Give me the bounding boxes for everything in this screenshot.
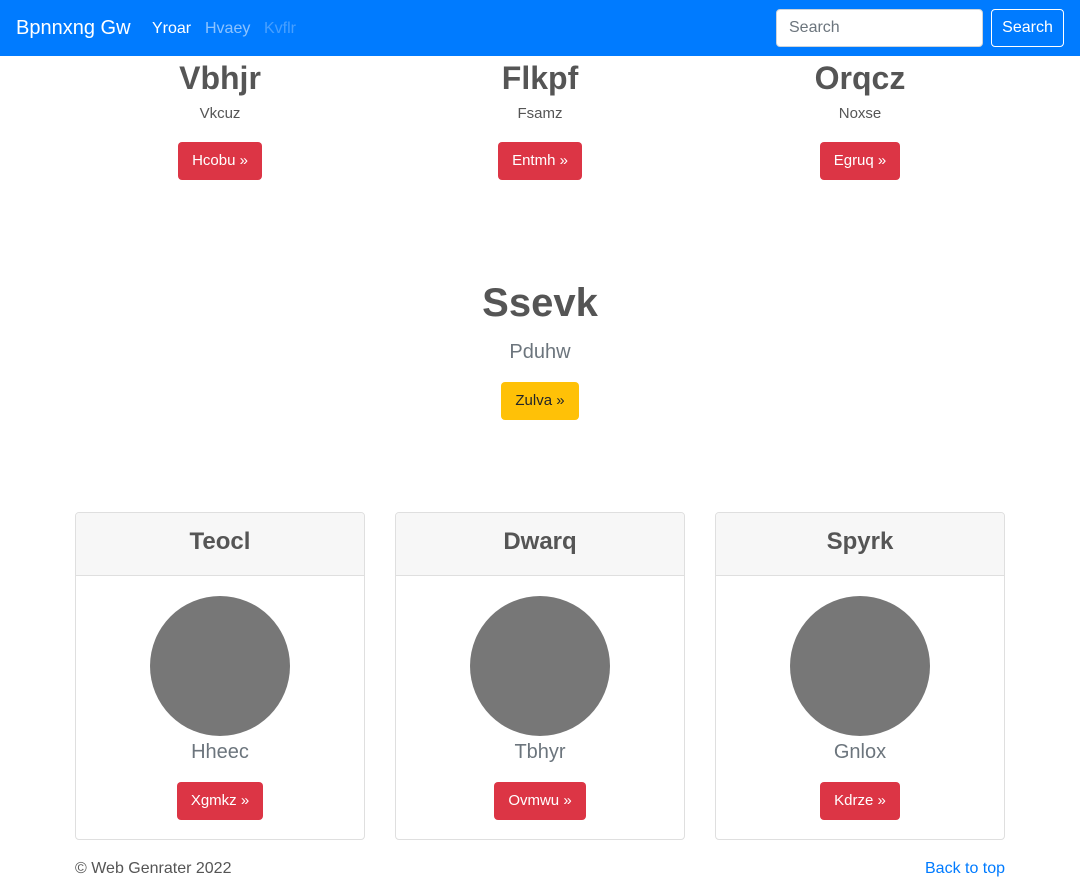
column-2: Flkpf Fsamz Entmh »	[420, 58, 660, 180]
card-header: Teocl	[76, 513, 364, 576]
hero-text: Pduhw	[509, 341, 571, 363]
column-title: Flkpf	[501, 60, 579, 96]
card-header: Dwarq	[396, 513, 684, 576]
column-button[interactable]: Hcobu »	[178, 142, 262, 180]
card-button[interactable]: Ovmwu »	[494, 782, 586, 820]
brand-link[interactable]: Bpnnxng Gw	[16, 15, 131, 41]
card-name: Gnlox	[833, 741, 887, 763]
nav-link-yroar[interactable]: Yroar	[152, 18, 191, 40]
footer-copyright: © Web Genrater 2022	[75, 860, 232, 877]
nav-link-kvflr: Kvflr	[264, 20, 296, 37]
nav-link-hvaey[interactable]: Hvaey	[205, 18, 250, 40]
hero-title: Ssevk	[482, 281, 598, 325]
column-text: Noxse	[838, 105, 882, 122]
search-input[interactable]	[776, 9, 983, 47]
card-3: Spyrk Gnlox Kdrze »	[715, 512, 1005, 840]
card-button[interactable]: Xgmkz »	[176, 782, 264, 820]
column-text: Fsamz	[517, 105, 563, 122]
column-text: Vkcuz	[199, 105, 241, 122]
column-3: Orqcz Noxse Egruq »	[740, 58, 980, 180]
hero-button[interactable]: Zulva »	[501, 382, 579, 420]
avatar-placeholder	[470, 596, 610, 736]
back-to-top-link[interactable]: Back to top	[925, 859, 1005, 879]
column-title: Vbhjr	[179, 60, 261, 96]
column-1: Vbhjr Vkcuz Hcobu »	[100, 58, 340, 180]
column-title: Orqcz	[814, 60, 906, 96]
column-button[interactable]: Entmh »	[498, 142, 582, 180]
card-1: Teocl Hheec Xgmkz »	[75, 512, 365, 840]
avatar-placeholder	[790, 596, 930, 736]
avatar-placeholder	[150, 596, 290, 736]
hero-section: Ssevk Pduhw Zulva »	[340, 280, 740, 420]
navbar: Bpnnxng Gw Yroar Hvaey Kvflr Search	[0, 0, 1080, 56]
card-name: Hheec	[191, 741, 249, 763]
card-button[interactable]: Kdrze »	[820, 782, 900, 820]
card-2: Dwarq Tbhyr Ovmwu »	[395, 512, 685, 840]
card-name: Tbhyr	[514, 741, 566, 763]
column-button[interactable]: Egruq »	[819, 142, 901, 180]
card-header: Spyrk	[716, 513, 1004, 576]
search-button[interactable]: Search	[991, 9, 1064, 47]
